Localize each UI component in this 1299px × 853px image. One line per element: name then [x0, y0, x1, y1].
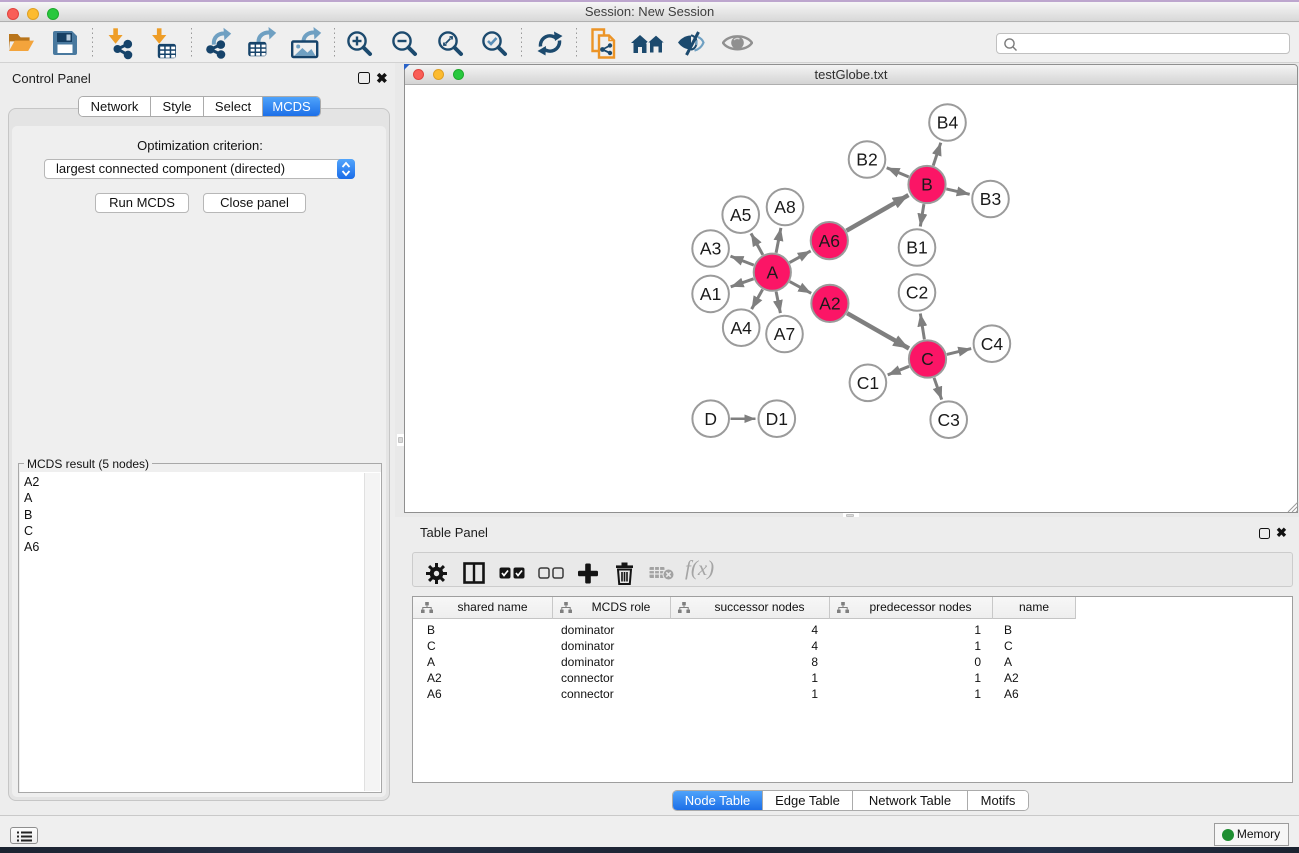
svg-text:A5: A5 — [730, 205, 751, 225]
svg-text:D1: D1 — [766, 409, 788, 429]
svg-text:A4: A4 — [730, 318, 752, 338]
svg-text:B3: B3 — [980, 189, 1001, 209]
svg-text:A6: A6 — [819, 231, 840, 251]
svg-text:C4: C4 — [981, 334, 1004, 354]
svg-text:A: A — [766, 262, 778, 282]
svg-text:B: B — [921, 175, 933, 195]
svg-text:A2: A2 — [819, 294, 840, 314]
svg-text:A3: A3 — [700, 239, 721, 259]
svg-text:C1: C1 — [857, 373, 879, 393]
svg-text:A8: A8 — [774, 197, 795, 217]
svg-text:C2: C2 — [906, 283, 928, 303]
svg-text:A1: A1 — [700, 284, 721, 304]
svg-text:B2: B2 — [856, 150, 877, 170]
svg-text:C: C — [921, 349, 934, 369]
svg-text:C3: C3 — [938, 410, 960, 430]
svg-text:B4: B4 — [937, 113, 959, 133]
svg-text:B1: B1 — [906, 238, 927, 258]
svg-text:A7: A7 — [774, 324, 795, 344]
svg-text:D: D — [704, 409, 717, 429]
